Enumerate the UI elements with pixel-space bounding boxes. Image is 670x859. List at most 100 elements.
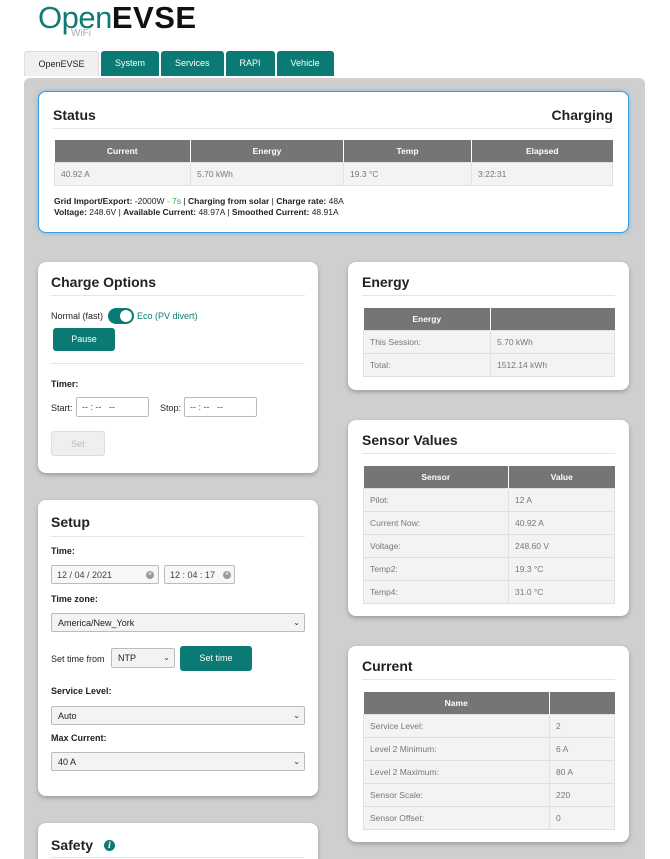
dash: - — [164, 196, 173, 206]
avail-value: 48.97A — [198, 207, 225, 217]
stop-label: Stop: — [160, 403, 182, 413]
time-input[interactable]: 12 : 04 : 17 × — [164, 565, 235, 584]
sensor-name: Pilot: — [363, 487, 509, 512]
sensor-value: 31.0 °C — [508, 579, 615, 604]
current-title: Current — [362, 658, 413, 674]
status-current-value: 40.92 A — [54, 161, 191, 186]
session-value: 5.70 kWh — [490, 329, 615, 354]
sensor-name: Temp4: — [363, 579, 509, 604]
time-source-select[interactable]: NTP ⌄ — [111, 648, 175, 668]
status-table: Current Energy Temp Elapsed 40.92 A 5.70… — [54, 140, 613, 186]
total-value: 1512.14 kWh — [490, 352, 615, 377]
set-timer-button[interactable]: Set — [51, 431, 105, 456]
tab-vehicle[interactable]: Vehicle — [276, 51, 334, 76]
session-label: This Session: — [363, 329, 491, 354]
tab-openevse[interactable]: OpenEVSE — [24, 51, 99, 76]
time-value: 12 : 04 : 17 — [170, 570, 216, 580]
mode-toggle[interactable] — [108, 308, 134, 324]
timezone-label: Time zone: — [51, 594, 98, 604]
max-current-value: 40 A — [58, 757, 77, 767]
status-line-2: Voltage: 248.6V | Available Current: 48.… — [54, 207, 339, 217]
setup-title: Setup — [51, 514, 90, 530]
sensor-values-card: Sensor Values Sensor Value Pilot: 12 A Cu… — [348, 420, 629, 616]
tab-rapi[interactable]: RAPI — [225, 51, 275, 76]
tab-system[interactable]: System — [101, 51, 160, 76]
table-row: This Session: 5.70 kWh — [363, 329, 615, 354]
nav-tabs: OpenEVSE System Services RAPI Vehicle — [24, 51, 336, 76]
info-icon[interactable]: i — [104, 840, 115, 851]
sensor-value: 19.3 °C — [508, 556, 615, 581]
table-row: Voltage: 248.60 V — [363, 533, 615, 558]
logo-wifi: WiFi — [71, 28, 91, 39]
status-col-current: Current — [54, 140, 191, 162]
avail-label: Available Current: — [123, 207, 197, 217]
mode-eco-label: Eco (PV divert) — [137, 311, 198, 321]
current-table: Name Service Level: 2 Level 2 Minimum: 6 A… — [363, 692, 615, 830]
sep: | — [181, 196, 189, 206]
sensor-value: 40.92 A — [508, 510, 615, 535]
openevse-logo: OpenEVSE WiFi — [38, 0, 197, 44]
max-current-select[interactable]: 40 A ⌄ — [51, 752, 305, 771]
name-header: Name — [363, 692, 550, 714]
energy-header: Energy — [363, 308, 491, 330]
status-line-1: Grid Import/Export: -2000W - 7s | Chargi… — [54, 196, 344, 206]
date-input[interactable]: 12 / 04 / 2021 × — [51, 565, 159, 584]
sep: | — [224, 207, 232, 217]
clear-time-icon[interactable]: × — [223, 571, 231, 579]
timer-label: Timer: — [51, 379, 79, 389]
current-name: Level 2 Minimum: — [363, 736, 550, 761]
mode-fast-label: Normal (fast) — [51, 311, 104, 321]
date-value: 12 / 04 / 2021 — [57, 570, 113, 580]
max-current-label: Max Current: — [51, 733, 107, 743]
service-level-select[interactable]: Auto ⌄ — [51, 706, 305, 725]
current-name: Sensor Scale: — [363, 782, 550, 807]
status-col-elapsed: Elapsed — [471, 140, 613, 162]
sensor-name: Temp2: — [363, 556, 509, 581]
table-row: Current Now: 40.92 A — [363, 510, 615, 535]
voltage-label: Voltage: — [54, 207, 87, 217]
safety-card: Safety i — [38, 823, 318, 859]
current-value: 80 A — [549, 759, 615, 784]
chevron-down-icon: ⌄ — [293, 618, 300, 627]
set-time-button[interactable]: Set time — [180, 646, 252, 671]
energy-card: Energy Energy This Session: 5.70 kWh Tot… — [348, 262, 629, 390]
current-value: 2 — [549, 713, 615, 738]
energy-table: Energy This Session: 5.70 kWh Total: 151… — [363, 308, 615, 377]
pause-button[interactable]: Pause — [53, 328, 115, 351]
timezone-select[interactable]: America/New_York ⌄ — [51, 613, 305, 632]
current-value: 6 A — [549, 736, 615, 761]
sensor-table: Sensor Value Pilot: 12 A Current Now: 40.9… — [363, 466, 615, 604]
current-name: Level 2 Maximum: — [363, 759, 550, 784]
table-row: Temp4: 31.0 °C — [363, 579, 615, 604]
smoothed-label: Smoothed Current: — [231, 207, 310, 217]
status-col-energy: Energy — [190, 140, 344, 162]
smoothed-value: 48.91A — [311, 207, 339, 217]
service-level-value: Auto — [58, 711, 77, 721]
sensor-name: Current Now: — [363, 510, 509, 535]
current-name: Service Level: — [363, 713, 550, 738]
solar-label: Charging from solar — [188, 196, 270, 206]
tab-services[interactable]: Services — [161, 51, 224, 76]
rate-value: 48A — [328, 196, 344, 206]
charge-options-card: Charge Options Normal (fast) Eco (PV div… — [38, 262, 318, 473]
clear-date-icon[interactable]: × — [146, 571, 154, 579]
status-card: Status Charging Current Energy Temp Elap… — [38, 91, 629, 233]
set-time-from-label: Set time from — [51, 654, 105, 664]
chevron-down-icon: ⌄ — [293, 757, 300, 766]
grid-value: -2000W — [134, 196, 165, 206]
time-source-value: NTP — [118, 653, 136, 663]
current-card: Current Name Service Level: 2 Level 2 Min… — [348, 646, 629, 842]
timezone-value: America/New_York — [58, 618, 135, 628]
start-label: Start: — [51, 403, 73, 413]
logo-evse: EVSE — [111, 0, 197, 35]
sensor-value: 12 A — [508, 487, 615, 512]
sensor-header: Sensor — [363, 466, 509, 488]
start-time-input[interactable]: -- : -- -- — [76, 397, 149, 417]
chevron-down-icon: ⌄ — [163, 653, 170, 662]
sensor-values-title: Sensor Values — [362, 432, 458, 448]
table-row: Sensor Scale: 220 — [363, 782, 615, 807]
status-title: Status — [53, 107, 96, 123]
status-temp-value: 19.3 °C — [343, 161, 472, 186]
safety-title: Safety — [51, 837, 94, 853]
stop-time-input[interactable]: -- : -- -- — [184, 397, 257, 417]
